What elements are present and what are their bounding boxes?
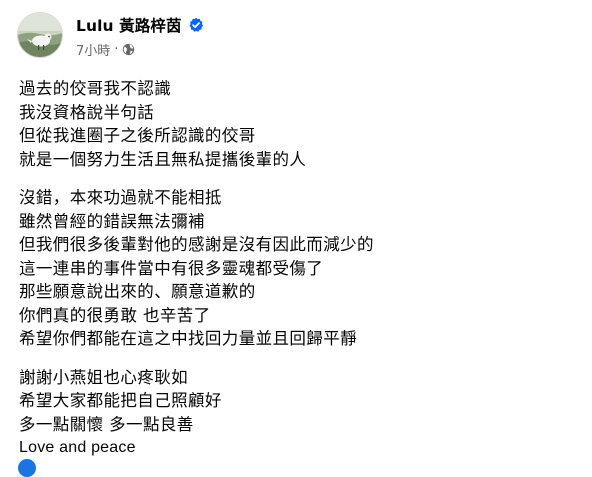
- text-line: 就是一個努力生活且無私提攜後輩的人: [19, 149, 307, 169]
- text-line: 雖然曾經的錯誤無法彌補: [19, 211, 205, 231]
- text-line: 希望你們都能在這之中找回力量並且回歸平靜: [19, 329, 357, 348]
- text-line: 沒錯，本來功過就不能相抵: [19, 188, 222, 207]
- text-line: 但我們很多後輩對他的感謝是沒有因此而減少的: [19, 235, 374, 254]
- text-line: 多一點關懷 多一點良善: [19, 414, 194, 434]
- avatar-photo: [18, 13, 62, 57]
- text-line: 謝謝小燕姐也心疼耿如: [19, 367, 188, 387]
- post-timestamp[interactable]: 7小時: [76, 40, 110, 59]
- text-line: 你們真的很勇敢 也辛苦了: [19, 305, 211, 325]
- text-line: 這一連串的事件當中有很多靈魂都受傷了: [19, 258, 324, 278]
- text-line: Love and peace: [19, 439, 136, 456]
- post-message: 過去的佼哥我不認識 我沒資格說半句話 但從我進圈子之後所認識的佼哥 就是一個努力…: [19, 77, 579, 475]
- verified-badge-icon: [188, 17, 204, 33]
- paragraph: 過去的佼哥我不認識 我沒資格說半句話 但從我進圈子之後所認識的佼哥 就是一個努力…: [19, 77, 579, 171]
- avatar[interactable]: [17, 12, 63, 58]
- author-name[interactable]: Lulu 黃路梓茵: [76, 14, 182, 36]
- text-line: 但從我進圈子之後所認識的佼哥: [19, 126, 256, 145]
- text-line: 我沒資格說半句話: [19, 102, 155, 122]
- paragraph: 謝謝小燕姐也心疼耿如 希望大家都能把自己照顧好 多一點關懷 多一點良善 Love…: [19, 366, 579, 460]
- meta-separator: ·: [114, 41, 119, 57]
- globe-icon[interactable]: [122, 43, 135, 56]
- reaction-icon[interactable]: [18, 459, 36, 477]
- post-meta: 7小時 ·: [76, 40, 135, 59]
- paragraph: 沒錯，本來功過就不能相抵 雖然曾經的錯誤無法彌補 但我們很多後輩對他的感謝是沒有…: [19, 186, 579, 351]
- text-line: 那些願意說出來的、願意道歉的: [19, 282, 256, 301]
- facebook-post: Lulu 黃路梓茵 7小時 · 過去的佼哥我不認識 我沒資格說半句話 但從我進圈…: [0, 0, 592, 477]
- text-line: 希望大家都能把自己照顧好: [19, 391, 222, 410]
- author-row: Lulu 黃路梓茵: [76, 14, 204, 36]
- text-line: 過去的佼哥我不認識: [19, 79, 172, 98]
